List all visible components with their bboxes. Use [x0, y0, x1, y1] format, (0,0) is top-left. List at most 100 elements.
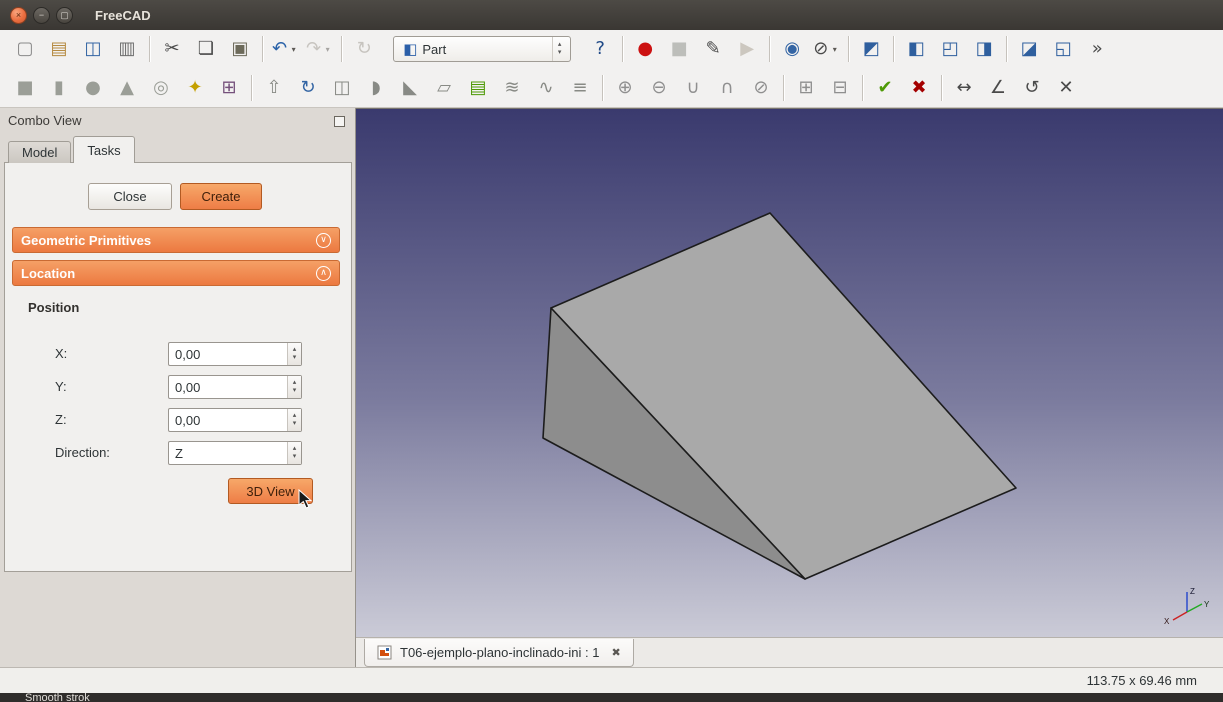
draw-style-icon[interactable]: ⊘▾ — [812, 35, 840, 63]
redo-icon[interactable]: ↷▾ — [305, 35, 333, 63]
chevron-up-icon[interactable]: ∧ — [316, 266, 331, 281]
file-edit-icon-group: ▢▤◫▥ ✂❏▣ ↶▾↷▾ ↻ — [8, 35, 381, 63]
part-check-geometry-icon[interactable]: ✔ — [871, 74, 899, 102]
section-location[interactable]: Location ∧ — [12, 260, 340, 286]
freecad-document-icon — [377, 645, 392, 660]
part-extrude-icon[interactable]: ⇧ — [260, 74, 288, 102]
workbench-selector[interactable]: ◧ Part ▴ ▾ — [393, 36, 571, 62]
part-shape-builder-icon[interactable]: ⊞ — [215, 74, 243, 102]
new-document-icon[interactable]: ▢ — [11, 35, 39, 63]
view-isometric-icon[interactable]: ◩ — [857, 35, 885, 63]
save-document-icon[interactable]: ◫ — [79, 35, 107, 63]
macro-stop-icon[interactable]: ■ — [665, 35, 693, 63]
zoom-box-icon[interactable]: ◉ — [778, 35, 806, 63]
part-primitives-icon[interactable]: ✦ — [181, 74, 209, 102]
open-document-icon[interactable]: ▤ — [45, 35, 73, 63]
view-rear-icon[interactable]: ◪ — [1015, 35, 1043, 63]
whats-this-icon[interactable]: ? — [586, 35, 614, 63]
part-fillet-icon[interactable]: ◗ — [362, 74, 390, 102]
spin-down-icon[interactable]: ▾ — [293, 354, 297, 362]
macro-record-icon[interactable]: ● — [631, 35, 659, 63]
view-front-icon[interactable]: ◧ — [902, 35, 930, 63]
view-right-icon[interactable]: ◨ — [970, 35, 998, 63]
document-tab[interactable]: T06-ejemplo-plano-inclinado-ini : 1 ✖ — [364, 639, 634, 667]
workbench-selected-value: Part — [422, 42, 552, 57]
copy-icon[interactable]: ❏ — [192, 35, 220, 63]
spin-down-icon[interactable]: ▾ — [293, 453, 297, 461]
view-top-icon[interactable]: ◰ — [936, 35, 964, 63]
window-maximize-button[interactable]: ▢ — [56, 7, 73, 24]
viewport-3d[interactable]: Z Y X — [356, 108, 1223, 637]
window-title: FreeCAD — [95, 8, 151, 23]
cut-icon[interactable]: ✂ — [158, 35, 186, 63]
detach-panel-button[interactable] — [334, 116, 345, 127]
part-boolean-icon[interactable]: ⊕ — [611, 74, 639, 102]
dimensions-readout: 113.75 x 69.46 mm — [1087, 673, 1197, 688]
part-defeaturing-icon[interactable]: ✖ — [905, 74, 933, 102]
macro-edit-icon[interactable]: ✎ — [699, 35, 727, 63]
part-explode-compound-icon[interactable]: ⊟ — [826, 74, 854, 102]
x-spinner[interactable]: ▴ ▾ — [287, 343, 301, 365]
print-icon[interactable]: ▥ — [113, 35, 141, 63]
measure-clear-icon[interactable]: ✕ — [1052, 74, 1080, 102]
macro-play-icon[interactable]: ▶ — [733, 35, 761, 63]
part-sweep-icon[interactable]: ∿ — [532, 74, 560, 102]
y-spinner[interactable]: ▴ ▾ — [287, 376, 301, 398]
close-button[interactable]: Close — [88, 183, 172, 210]
dropdown-arrow-icon[interactable]: ▾ — [323, 45, 332, 54]
y-input[interactable]: 0,00 ▴ ▾ — [168, 375, 302, 399]
direction-select[interactable]: Z ▴ ▾ — [168, 441, 302, 465]
part-sphere-icon[interactable]: ● — [79, 74, 107, 102]
window-close-button[interactable]: × — [10, 7, 27, 24]
window-minimize-button[interactable]: − — [33, 7, 50, 24]
paste-icon[interactable]: ▣ — [226, 35, 254, 63]
toolbar-overflow-icon[interactable]: » — [1083, 35, 1111, 63]
document-tab-label: T06-ejemplo-plano-inclinado-ini : 1 — [400, 645, 599, 660]
spin-up-icon[interactable]: ▴ — [293, 346, 297, 354]
toolbar-separator — [149, 36, 150, 62]
part-section-icon[interactable]: ⊘ — [747, 74, 775, 102]
create-button[interactable]: Create — [180, 183, 262, 210]
measure-angular-icon[interactable]: ∠ — [984, 74, 1012, 102]
tab-model[interactable]: Model — [8, 141, 71, 163]
part-make-compound-icon[interactable]: ⊞ — [792, 74, 820, 102]
part-cylinder-icon[interactable]: ▮ — [45, 74, 73, 102]
dropdown-arrow-icon[interactable]: ▾ — [289, 45, 298, 54]
z-spinner[interactable]: ▴ ▾ — [287, 409, 301, 431]
part-mirror-icon[interactable]: ◫ — [328, 74, 356, 102]
z-input[interactable]: 0,00 ▴ ▾ — [168, 408, 302, 432]
tab-tasks[interactable]: Tasks — [73, 136, 134, 163]
part-cut-icon[interactable]: ⊖ — [645, 74, 673, 102]
part-loft-icon[interactable]: ≋ — [498, 74, 526, 102]
refresh-icon[interactable]: ↻ — [350, 35, 378, 63]
close-document-icon[interactable]: ✖ — [607, 646, 620, 659]
measure-refresh-icon[interactable]: ↺ — [1018, 74, 1046, 102]
view-bottom-icon[interactable]: ◱ — [1049, 35, 1077, 63]
part-ruled-surface-icon[interactable]: ▤ — [464, 74, 492, 102]
section-geometric-primitives[interactable]: Geometric Primitives ∨ — [12, 227, 340, 253]
part-chamfer-icon[interactable]: ◣ — [396, 74, 424, 102]
direction-value: Z — [169, 442, 287, 464]
part-common-icon[interactable]: ∩ — [713, 74, 741, 102]
part-revolve-icon[interactable]: ↻ — [294, 74, 322, 102]
spin-down-icon[interactable]: ▾ — [293, 387, 297, 395]
measure-linear-icon[interactable]: ↔ — [950, 74, 978, 102]
spin-up-icon[interactable]: ▴ — [293, 379, 297, 387]
3d-view-button[interactable]: 3D View — [228, 478, 313, 504]
part-torus-icon[interactable]: ◎ — [147, 74, 175, 102]
part-box-icon[interactable]: ■ — [11, 74, 39, 102]
part-union-icon[interactable]: ∪ — [679, 74, 707, 102]
part-cone-icon[interactable]: ▲ — [113, 74, 141, 102]
direction-dropdown[interactable]: ▴ ▾ — [287, 442, 301, 464]
part-offset-icon[interactable]: ≡ — [566, 74, 594, 102]
workbench-dropdown-arrows[interactable]: ▴ ▾ — [552, 37, 566, 61]
toolbar-separator — [783, 75, 784, 101]
dropdown-arrow-icon[interactable]: ▾ — [830, 45, 839, 54]
undo-icon[interactable]: ↶▾ — [271, 35, 299, 63]
spin-down-icon[interactable]: ▾ — [293, 420, 297, 428]
x-input[interactable]: 0,00 ▴ ▾ — [168, 342, 302, 366]
spin-up-icon[interactable]: ▴ — [293, 445, 297, 453]
spin-up-icon[interactable]: ▴ — [293, 412, 297, 420]
chevron-down-icon[interactable]: ∨ — [316, 233, 331, 248]
part-make-face-icon[interactable]: ▱ — [430, 74, 458, 102]
